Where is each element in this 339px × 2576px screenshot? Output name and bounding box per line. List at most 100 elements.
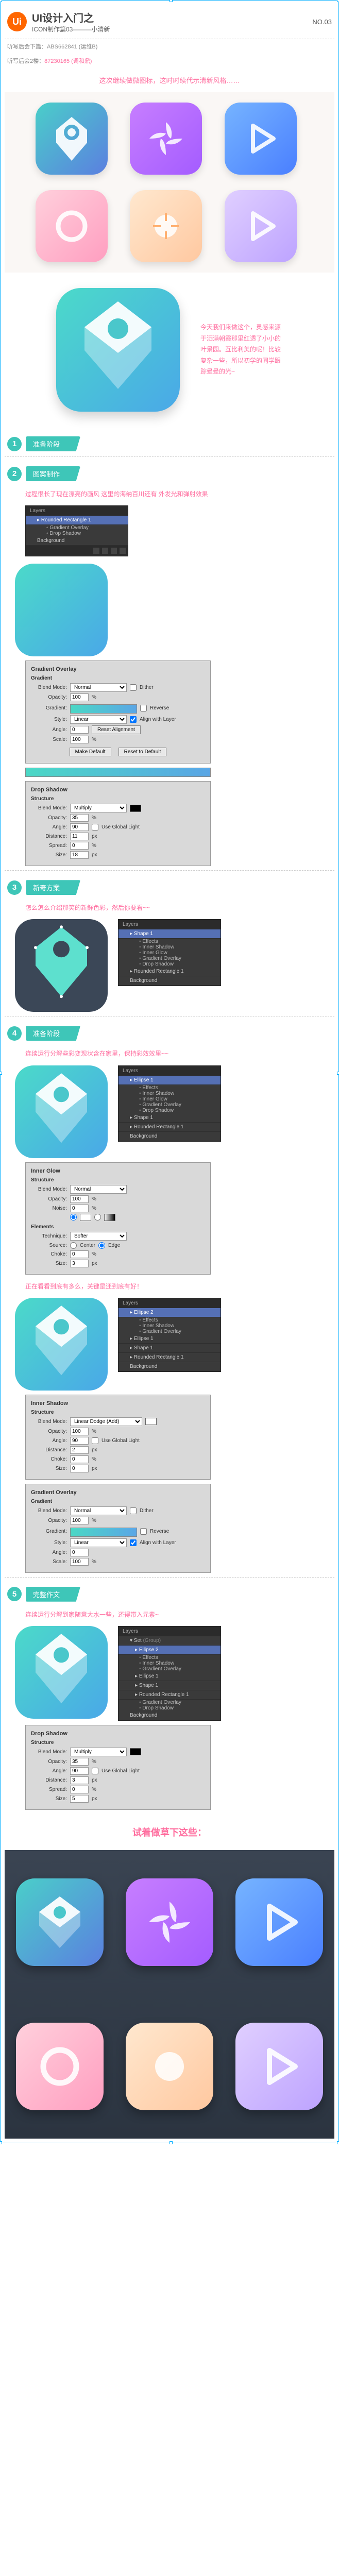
opacity-input[interactable] — [70, 1758, 89, 1766]
angle-input[interactable] — [70, 1767, 89, 1775]
angle-input[interactable] — [70, 726, 89, 734]
angle-input[interactable] — [70, 1549, 89, 1556]
distance-input[interactable] — [70, 1446, 89, 1454]
layers-panel-5[interactable]: Layers ▾ Set (Group) ▸ Ellipse 2 ◦ Effec… — [118, 1626, 221, 1721]
step-3-preview — [15, 919, 108, 1012]
step-4b-desc: 正在看看到底有多么，关键是还到底有好！ — [5, 1279, 334, 1298]
step-5-preview — [15, 1626, 108, 1719]
step-4-preview — [15, 1065, 108, 1158]
make-default-button[interactable]: Make Default — [70, 748, 111, 756]
layer-rrect[interactable]: ▸ Rounded Rectangle 1 — [118, 967, 221, 976]
style-select[interactable]: Linear — [70, 715, 127, 724]
size-input[interactable] — [70, 1465, 89, 1472]
layer-shape1[interactable]: ▸ Shape 1 — [118, 929, 221, 939]
layers-panel-4b[interactable]: Layers ▸ Ellipse 2 ◦ Effects ◦ Inner Sha… — [118, 1298, 221, 1372]
global-light-check[interactable] — [92, 1437, 98, 1444]
step-4-num: 4 — [7, 1026, 22, 1041]
style-select[interactable]: Linear — [70, 1538, 127, 1547]
reset-align-button[interactable]: Reset Alignment — [92, 725, 141, 734]
step-2-title: 图案制作 — [26, 466, 80, 481]
align-check[interactable] — [130, 716, 137, 723]
color-radio[interactable] — [70, 1214, 77, 1221]
gradient-picker[interactable] — [70, 1528, 137, 1537]
technique-select[interactable]: Softer — [70, 1232, 127, 1241]
blend-label: Blend Mode: — [31, 685, 67, 690]
gradient-picker[interactable] — [70, 704, 137, 714]
dither-check[interactable] — [130, 684, 137, 691]
sample-icon-1 — [36, 103, 108, 175]
size-input[interactable] — [70, 1260, 89, 1267]
global-light-check[interactable] — [92, 824, 98, 831]
source-edge-radio[interactable] — [98, 1242, 105, 1249]
align-check[interactable] — [130, 1539, 137, 1546]
inner-glow-dialog[interactable]: Inner Glow Structure Blend Mode:Normal O… — [25, 1162, 211, 1275]
global-light-check[interactable] — [92, 1768, 98, 1774]
angle-input[interactable] — [70, 1437, 89, 1445]
gradient-label: Gradient: — [31, 705, 67, 711]
hero-icon — [56, 288, 180, 412]
layer-rrect[interactable]: ▸ Rounded Rectangle 1 — [26, 516, 128, 525]
blend-select[interactable]: Linear Dodge (Add) — [70, 1417, 142, 1426]
dialog-title: Drop Shadow — [31, 787, 205, 793]
layers-fx-icon[interactable] — [93, 548, 99, 554]
gradient-radio[interactable] — [94, 1214, 101, 1221]
noise-input[interactable] — [70, 1205, 89, 1212]
drop-shadow-dialog[interactable]: Drop Shadow Structure Blend Mode:Multipl… — [25, 781, 211, 866]
layer-ellipse1[interactable]: ▸ Ellipse 1 — [118, 1076, 221, 1085]
reverse-check[interactable] — [140, 1528, 147, 1535]
reset-default-button[interactable]: Reset to Default — [118, 748, 167, 756]
distance-input[interactable] — [70, 833, 89, 840]
inner-shadow-dialog[interactable]: Inner Shadow Structure Blend Mode:Linear… — [25, 1395, 211, 1480]
color-swatch[interactable] — [80, 1214, 91, 1221]
step-1-num: 1 — [7, 437, 22, 451]
spread-input[interactable] — [70, 842, 89, 850]
spread-input[interactable] — [70, 1786, 89, 1793]
layer-bg[interactable]: Background — [118, 976, 221, 986]
layers-panel-3[interactable]: Layers ▸ Shape 1 ◦ Effects ◦ Inner Shado… — [118, 919, 221, 986]
layers-panel[interactable]: Layers ▸ Rounded Rectangle 1 ◦ Gradient … — [25, 505, 128, 556]
blend-select[interactable]: Multiply — [70, 1748, 127, 1756]
opacity-input[interactable] — [70, 1195, 89, 1203]
reverse-check[interactable] — [140, 705, 147, 711]
choke-input[interactable] — [70, 1250, 89, 1258]
layer-fx[interactable]: ◦ Drop Shadow — [26, 531, 128, 536]
blend-select[interactable]: Multiply — [70, 804, 127, 812]
opacity-input[interactable] — [70, 814, 89, 822]
opacity-input[interactable] — [70, 1517, 89, 1524]
choke-input[interactable] — [70, 1455, 89, 1463]
meta-line-1: 听写后会下篇：ABS662841 (运维B) — [5, 39, 334, 54]
blend-select[interactable]: Normal — [70, 1185, 127, 1194]
final-icon-4 — [16, 2023, 104, 2110]
color-swatch[interactable] — [130, 805, 141, 812]
layer-bg[interactable]: Background — [26, 536, 128, 546]
angle-label: Angle: — [31, 727, 67, 733]
opacity-input[interactable] — [70, 1428, 89, 1435]
gradient-editor[interactable] — [25, 768, 211, 777]
gradient-overlay-dialog[interactable]: Gradient Overlay Gradient Blend Mode:Nor… — [25, 660, 211, 764]
layers-panel-4[interactable]: Layers ▸ Ellipse 1 ◦ Effects ◦ Inner Sha… — [118, 1065, 221, 1142]
blend-select[interactable]: Normal — [70, 1506, 127, 1515]
meta-line-2: 听写后会2楼：87230165 (调和鼎) — [5, 54, 334, 68]
layer-fx[interactable]: ◦ Gradient Overlay — [26, 525, 128, 531]
distance-input[interactable] — [70, 1776, 89, 1784]
source-center-radio[interactable] — [70, 1242, 77, 1249]
dither-check[interactable] — [130, 1507, 137, 1514]
angle-input[interactable] — [70, 823, 89, 831]
final-icon-6 — [235, 2023, 323, 2110]
layers-mask-icon[interactable] — [102, 548, 108, 554]
scale-input[interactable] — [70, 1558, 89, 1566]
size-input[interactable] — [70, 1795, 89, 1803]
opacity-input[interactable] — [70, 693, 89, 701]
style-label: Style: — [31, 717, 67, 722]
grad-overlay-dialog-2[interactable]: Gradient Overlay Gradient Blend Mode:Nor… — [25, 1484, 211, 1573]
blend-select[interactable]: Normal — [70, 683, 127, 692]
drop-shadow-dialog-5[interactable]: Drop Shadow Structure Blend Mode:Multipl… — [25, 1725, 211, 1810]
page-title: UI设计入门之 — [32, 10, 110, 25]
layers-trash-icon[interactable] — [120, 548, 126, 554]
color-swatch[interactable] — [145, 1418, 157, 1425]
scale-input[interactable] — [70, 736, 89, 743]
color-swatch[interactable] — [130, 1748, 141, 1755]
size-input[interactable] — [70, 851, 89, 859]
layers-new-icon[interactable] — [111, 548, 117, 554]
gradient-swatch[interactable] — [104, 1214, 115, 1221]
